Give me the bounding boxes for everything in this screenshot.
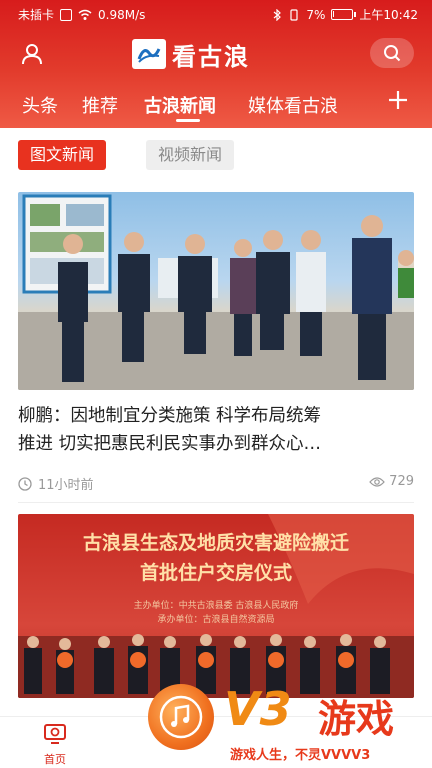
publish-time: 11小时前 (18, 474, 94, 493)
view-count-text: 729 (389, 474, 414, 489)
headline-line-1: 柳鹏：因地制宜分类施策 科学布局统筹 (18, 406, 322, 426)
watermark-slogan: 游戏人生，不灵VVVV3 (230, 748, 371, 763)
nav-home-label: 首页 (44, 753, 66, 766)
clock: 上午10:42 (359, 8, 418, 22)
status-bar: 未插卡 0.98M/s 7% 上午10:42 (0, 0, 432, 28)
subtab-bar: 图文新闻 视频新闻 (0, 128, 432, 180)
carrier-text: 未插卡 (18, 8, 55, 22)
watermark-name: 游戏 (318, 697, 395, 741)
bluetooth-icon (273, 8, 282, 21)
nav-home[interactable]: 首页 (38, 723, 72, 767)
battery-percent: 7% (306, 7, 326, 22)
banner-organizer: 承办单位：古浪县自然资源局 (157, 615, 275, 625)
publish-time-text: 11小时前 (38, 478, 94, 493)
feed-divider (18, 502, 414, 503)
v3-logo-icon (148, 684, 214, 750)
headline-line-2: 推进 切实把惠民利民实事办到群众心… (18, 434, 322, 454)
logo-text: 看古浪 (172, 41, 250, 71)
tab-gulang-news[interactable]: 古浪新闻 (144, 92, 216, 118)
user-button[interactable] (16, 38, 48, 70)
active-tab-indicator (176, 119, 200, 122)
tab-recommended[interactable]: 推荐 (82, 92, 118, 118)
vibrate-icon (290, 8, 298, 21)
sim-icon (60, 8, 73, 21)
eye-icon (369, 476, 385, 487)
banner-host: 主办单位：中共古浪县委 古浪县人民政府 (133, 601, 299, 611)
watermark-brand: V3 (224, 682, 292, 736)
battery-icon (331, 9, 357, 20)
tab-headlines[interactable]: 头条 (22, 92, 58, 118)
banner-title-line-2: 首批住户交房仪式 (139, 562, 292, 584)
user-icon (22, 44, 42, 65)
news-image-1[interactable] (18, 192, 414, 390)
wifi-icon (78, 9, 92, 20)
tab-media-gulang[interactable]: 媒体看古浪 (248, 92, 338, 118)
search-icon (384, 45, 401, 62)
gulang-logo-icon (132, 39, 166, 69)
status-left: 未插卡 0.98M/s (18, 6, 145, 23)
app-logo: 看古浪 (132, 36, 250, 72)
news-image-2[interactable]: 古浪县生态及地质灾害避险搬迁 首批住户交房仪式 主办单位：中共古浪县委 古浪县人… (18, 514, 414, 698)
banner-title-line-1: 古浪县生态及地质灾害避险搬迁 (82, 532, 349, 554)
subtab-photo-news[interactable]: 图文新闻 (18, 140, 107, 170)
status-right: 7% 上午10:42 (272, 6, 418, 23)
news-headline-1[interactable]: 柳鹏：因地制宜分类施策 科学布局统筹 推进 切实把惠民利民实事办到群众心… (18, 402, 414, 458)
news-meta-1: 11小时前 729 (18, 472, 414, 494)
header-top-row: 看古浪 (0, 34, 432, 74)
channel-tabs: 头条 推荐 古浪新闻 媒体看古浪 (0, 86, 432, 126)
search-button[interactable] (370, 38, 414, 68)
clock-icon (18, 476, 32, 491)
app-root: 未插卡 0.98M/s 7% 上午10:42 看古浪 头条 推荐 古浪新闻 媒体… (0, 0, 432, 768)
home-tv-icon (44, 724, 66, 744)
v3-watermark: V3 游戏 游戏人生，不灵VVVV3 (148, 682, 432, 768)
plus-icon[interactable] (386, 88, 410, 112)
battery-fill (333, 11, 335, 17)
view-count: 729 (369, 474, 414, 489)
subtab-video-news[interactable]: 视频新闻 (146, 140, 235, 170)
app-header: 未插卡 0.98M/s 7% 上午10:42 看古浪 头条 推荐 古浪新闻 媒体… (0, 0, 432, 128)
network-speed: 0.98M/s (98, 7, 146, 22)
